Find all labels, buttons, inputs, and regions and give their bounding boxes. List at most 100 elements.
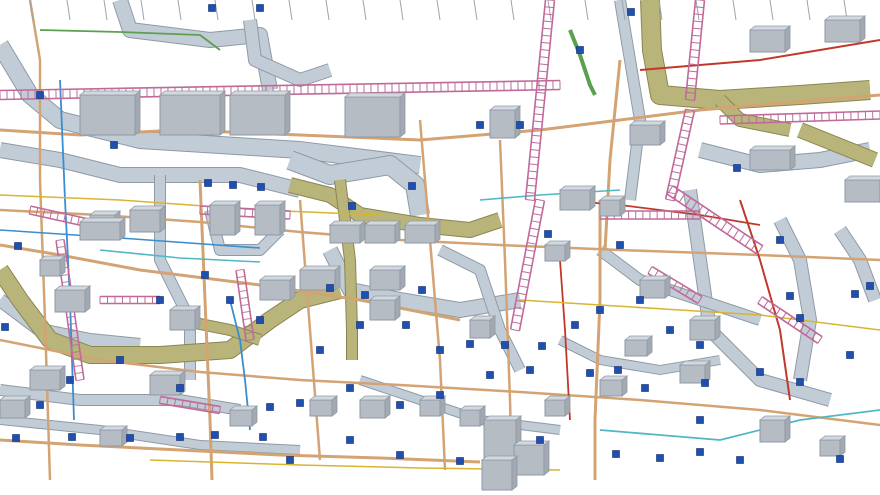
equipment-box-side xyxy=(589,185,596,211)
cable-tray-rung xyxy=(242,317,252,321)
equipment-box-side xyxy=(619,195,626,217)
air-duct xyxy=(615,0,645,201)
cable-tray-rung xyxy=(544,13,554,16)
valve-block xyxy=(256,4,264,12)
equipment-box-top xyxy=(328,220,367,226)
cable-tray-rung xyxy=(542,27,552,30)
cable-tray-rung xyxy=(67,322,77,326)
equipment-box-top xyxy=(748,145,797,151)
cable-tray-rung xyxy=(539,56,549,59)
cable-tray-rung xyxy=(241,310,251,314)
cable-tray-rung xyxy=(538,70,548,73)
equipment-box xyxy=(544,244,566,262)
valve-block xyxy=(736,456,744,464)
cable-tray-rung xyxy=(528,234,538,238)
equipment-box-side xyxy=(399,265,406,291)
valve-block xyxy=(126,434,134,442)
cable-tray-rung xyxy=(70,215,73,224)
valve-block xyxy=(208,4,216,12)
equipment-box xyxy=(159,94,221,136)
cable-tray-rung xyxy=(536,91,546,94)
equipment-box-side xyxy=(234,200,241,236)
cable-tray-rung xyxy=(77,216,80,225)
equipment-box xyxy=(481,459,513,491)
valve-block xyxy=(627,8,635,16)
cable-tray-rung xyxy=(677,143,687,147)
cable-tray-rung xyxy=(787,316,793,324)
equipment-box xyxy=(749,29,786,53)
cable-tray-rung xyxy=(679,136,689,140)
equipment-box-top xyxy=(823,15,867,21)
cable-tray-rung xyxy=(531,134,541,137)
equipment-box-side xyxy=(159,205,166,233)
valve-block xyxy=(526,366,534,374)
cable-tray-rung xyxy=(744,237,752,247)
valve-block xyxy=(36,401,44,409)
equipment-box xyxy=(329,224,361,244)
valve-block xyxy=(204,179,212,187)
valve-block xyxy=(296,399,304,407)
valve-block xyxy=(776,236,784,244)
equipment-box xyxy=(469,319,491,339)
cable-tray-rung xyxy=(690,49,700,51)
valve-block xyxy=(636,296,644,304)
equipment-box xyxy=(559,189,591,211)
valve-block xyxy=(756,368,764,376)
equipment-box-top xyxy=(363,220,402,226)
equipment-box xyxy=(369,269,401,291)
equipment-box xyxy=(54,289,86,313)
air-duct xyxy=(0,416,301,454)
cable-tray-rung xyxy=(714,217,722,227)
valve-block xyxy=(116,356,124,364)
pipe xyxy=(298,199,322,461)
valve-block xyxy=(571,321,579,329)
cable-tray-rung xyxy=(239,296,249,300)
valve-block xyxy=(466,340,474,348)
pipe xyxy=(362,0,367,21)
cable-tray-rung xyxy=(647,266,653,274)
equipment-box-top xyxy=(28,365,67,371)
valve-block xyxy=(612,450,620,458)
equipment-box-side xyxy=(489,315,496,339)
cable-tray-rung xyxy=(756,245,764,255)
cable-tray-rung xyxy=(763,300,769,308)
valve-block xyxy=(586,369,594,377)
cable-tray-rung xyxy=(665,198,675,202)
pipe xyxy=(603,59,622,251)
equipment-box xyxy=(0,399,26,419)
valve-block xyxy=(316,346,324,354)
equipment-box xyxy=(844,179,880,203)
bim-model-viewport xyxy=(0,0,880,495)
valve-block xyxy=(361,291,369,299)
cable-tray-rung xyxy=(532,127,542,130)
valve-block xyxy=(616,241,624,249)
valve-block xyxy=(501,341,509,349)
equipment-box-side xyxy=(543,440,550,476)
cable-tray-rung xyxy=(693,20,703,23)
equipment-box xyxy=(259,279,291,301)
equipment-box-side xyxy=(659,120,666,146)
pipe xyxy=(177,0,182,21)
equipment-box-side xyxy=(194,305,201,331)
equipment-box-side xyxy=(251,405,258,427)
equipment-box xyxy=(39,259,61,277)
equipment-box-top xyxy=(128,205,167,211)
cable-tray-rung xyxy=(671,170,681,174)
equipment-box-side xyxy=(564,395,571,417)
equipment-box-side xyxy=(219,90,226,136)
cable-tray-rung xyxy=(525,199,535,201)
equipment-box-top xyxy=(298,265,342,271)
valve-block xyxy=(226,296,234,304)
pipe xyxy=(66,0,71,21)
equipment-box-top xyxy=(628,120,667,126)
cable-tray-rung xyxy=(691,34,701,37)
cable-tray-rung xyxy=(529,156,539,159)
valve-block xyxy=(696,341,704,349)
valve-block xyxy=(211,431,219,439)
equipment-box-top xyxy=(148,370,187,376)
equipment-box-side xyxy=(646,335,653,357)
cable-tray-rung xyxy=(235,268,245,272)
cable-tray-rung xyxy=(521,270,531,274)
cable-tray-rung xyxy=(539,63,549,66)
pipe xyxy=(288,0,293,21)
